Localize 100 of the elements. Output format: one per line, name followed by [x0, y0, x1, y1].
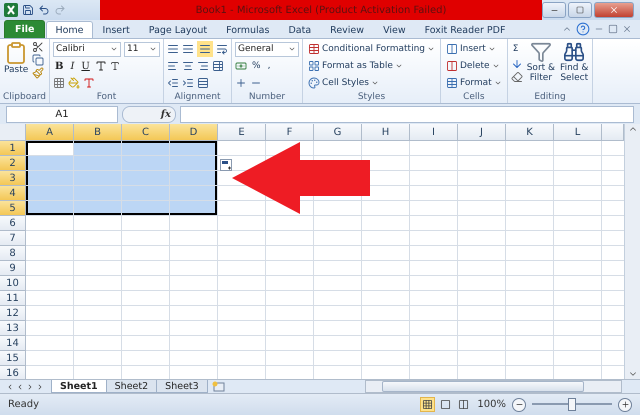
underline-button[interactable]: U [79, 60, 92, 72]
file-tab[interactable]: File [4, 20, 46, 38]
name-box[interactable]: A1 [6, 106, 118, 122]
last-sheet-icon[interactable] [36, 382, 44, 390]
save-icon[interactable] [22, 4, 34, 16]
selected-cell[interactable] [170, 141, 218, 156]
sort-filter-button[interactable]: Sort & Filter [526, 41, 556, 91]
paintbrush-icon[interactable] [32, 67, 44, 79]
insert-button[interactable]: Insert [444, 41, 504, 57]
selected-cell[interactable] [122, 171, 170, 186]
row-header[interactable]: 5 [0, 201, 26, 216]
restore-icon[interactable] [608, 24, 618, 34]
close-icon[interactable] [622, 24, 632, 34]
ribbon-tab[interactable]: Home [46, 21, 93, 38]
active-cell[interactable] [26, 141, 74, 156]
percent-button[interactable]: % [250, 58, 263, 74]
copy-icon[interactable] [32, 54, 44, 66]
sheet-tab[interactable]: Sheet1 [51, 380, 107, 393]
eraser-icon[interactable] [510, 71, 523, 83]
selected-cell[interactable] [74, 171, 122, 186]
bottom-align-button[interactable] [197, 41, 213, 57]
align-center-icon[interactable] [182, 60, 194, 72]
selected-cell[interactable] [26, 186, 74, 201]
column-header[interactable]: A [26, 124, 74, 141]
column-header[interactable]: K [506, 124, 554, 141]
sheet-tab[interactable]: Sheet2 [106, 380, 158, 393]
number-format-dropdown[interactable]: General [235, 42, 299, 56]
selected-cell[interactable] [170, 186, 218, 201]
close-button[interactable] [594, 2, 634, 18]
ribbon-tab[interactable]: Formulas [217, 21, 278, 38]
selected-cell[interactable] [122, 186, 170, 201]
font-size-dropdown[interactable]: 11 [124, 42, 160, 56]
zoom-out-button[interactable] [512, 398, 526, 412]
next-sheet-icon[interactable] [26, 382, 34, 390]
maximize-button[interactable] [568, 2, 592, 18]
column-header[interactable]: F [266, 124, 314, 141]
row-header[interactable]: 14 [0, 336, 26, 351]
selected-cell[interactable] [74, 201, 122, 216]
ribbon-tab[interactable]: Insert [94, 21, 139, 38]
middle-align-icon[interactable] [182, 43, 194, 55]
cell-styles-button[interactable]: Cell Styles [306, 75, 437, 91]
undo-icon[interactable] [38, 4, 50, 16]
column-header[interactable]: L [554, 124, 602, 141]
paste-button[interactable]: Paste [3, 41, 30, 91]
sheet-tab[interactable]: Sheet3 [156, 380, 208, 393]
conditional-formatting-button[interactable]: Conditional Formatting [306, 41, 437, 57]
cut-icon[interactable] [32, 41, 44, 53]
currency-icon[interactable] [235, 60, 247, 72]
zoom-level[interactable]: 100% [477, 399, 506, 410]
normal-view-button[interactable] [420, 397, 436, 412]
insert-function-button[interactable]: fx [156, 108, 175, 120]
find-select-button[interactable]: Find & Select [559, 41, 590, 91]
ribbon-tab[interactable]: Foxit Reader PDF [416, 21, 514, 38]
ribbon-tab[interactable]: Data [279, 21, 320, 38]
row-header[interactable]: 8 [0, 246, 26, 261]
top-align-icon[interactable] [167, 43, 179, 55]
zoom-in-button[interactable] [618, 398, 632, 412]
selected-cell[interactable] [122, 201, 170, 216]
horizontal-scrollbar[interactable] [365, 380, 622, 393]
column-header[interactable]: B [74, 124, 122, 141]
row-header[interactable]: 16 [0, 366, 26, 379]
vertical-scrollbar[interactable] [624, 124, 640, 379]
row-header[interactable]: 7 [0, 231, 26, 246]
bold-button[interactable]: B [53, 60, 66, 72]
column-header[interactable]: D [170, 124, 218, 141]
insert-sheet-icon[interactable] [212, 381, 226, 392]
row-header[interactable]: 12 [0, 306, 26, 321]
selected-cell[interactable] [170, 201, 218, 216]
shrink-font-icon[interactable] [110, 61, 120, 71]
decrease-indent-icon[interactable] [167, 77, 179, 89]
selected-cell[interactable] [74, 156, 122, 171]
column-header[interactable]: G [314, 124, 362, 141]
selected-cell[interactable] [170, 171, 218, 186]
italic-button[interactable]: I [68, 60, 76, 72]
ribbon-tab[interactable]: Review [321, 21, 374, 38]
format-button[interactable]: Format [444, 75, 504, 91]
row-header[interactable]: 13 [0, 321, 26, 336]
row-header[interactable]: 11 [0, 291, 26, 306]
autosum-button[interactable]: Σ [510, 41, 523, 57]
font-color-icon[interactable] [83, 77, 95, 89]
fill-color-icon[interactable] [68, 77, 80, 89]
row-header[interactable]: 10 [0, 276, 26, 291]
increase-indent-icon[interactable] [182, 77, 194, 89]
borders-icon[interactable] [53, 77, 65, 89]
column-header[interactable]: C [122, 124, 170, 141]
selected-cell[interactable] [170, 156, 218, 171]
format-as-table-button[interactable]: Format as Table [306, 58, 437, 74]
selected-cell[interactable] [122, 156, 170, 171]
row-header[interactable]: 2 [0, 156, 26, 171]
row-header[interactable]: 15 [0, 351, 26, 366]
row-header[interactable]: 6 [0, 216, 26, 231]
zoom-thumb[interactable] [568, 398, 576, 411]
help-icon[interactable] [576, 22, 590, 36]
selected-cell[interactable] [74, 141, 122, 156]
comma-button[interactable]: , [266, 58, 272, 74]
align-right-icon[interactable] [197, 60, 209, 72]
column-header[interactable]: E [218, 124, 266, 141]
selected-cell[interactable] [26, 156, 74, 171]
selected-cell[interactable] [74, 186, 122, 201]
ribbon-tab[interactable]: View [374, 21, 415, 38]
